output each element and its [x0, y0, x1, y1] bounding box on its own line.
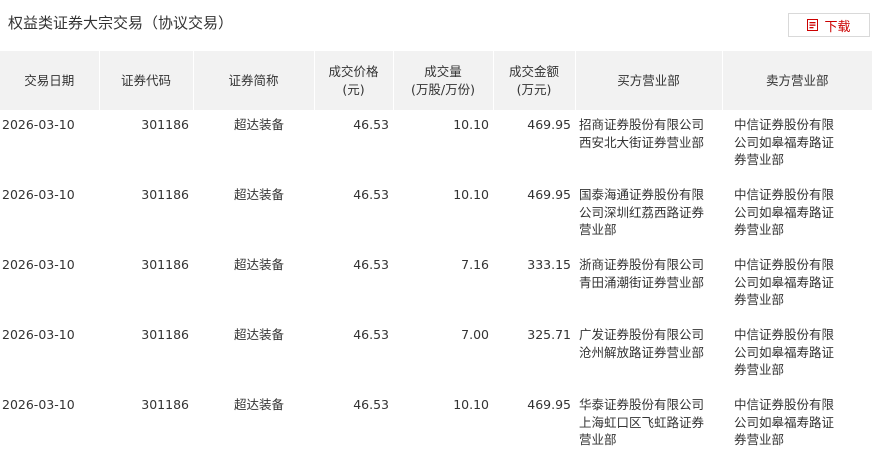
table-row: 2026-03-10 301186 超达装备 46.53 7.00 325.71… [0, 320, 872, 390]
table-row: 2026-03-10 301186 超达装备 46.53 10.10 469.9… [0, 110, 872, 180]
col-header-code[interactable]: 证券代码 [99, 51, 194, 110]
cell-amount: 333.15 [527, 257, 571, 272]
cell-volume: 7.00 [461, 327, 489, 342]
cell-buyer: 广发证券股份有限公司沧州解放路证券营业部 [579, 327, 705, 360]
cell-code: 301186 [141, 257, 189, 272]
cell-amount: 469.95 [527, 117, 571, 132]
col-header-price[interactable]: 成交价格 (元) [314, 51, 394, 110]
cell-seller: 中信证券股份有限公司如皋福寿路证券营业部 [734, 117, 835, 167]
cell-code: 301186 [141, 327, 189, 342]
col-header-name[interactable]: 证券简称 [193, 51, 315, 110]
cell-seller: 中信证券股份有限公司如皋福寿路证券营业部 [734, 257, 835, 307]
col-header-seller[interactable]: 卖方营业部 [722, 51, 872, 110]
cell-buyer: 国泰海通证券股份有限公司深圳红荔西路证券营业部 [579, 187, 705, 237]
cell-code: 301186 [141, 187, 189, 202]
cell-price: 46.53 [353, 397, 389, 412]
cell-price: 46.53 [353, 327, 389, 342]
cell-name: 超达装备 [233, 397, 284, 412]
cell-price: 46.53 [353, 257, 389, 272]
cell-buyer: 招商证券股份有限公司西安北大街证券营业部 [579, 117, 705, 150]
cell-date: 2026-03-10 [2, 257, 75, 272]
cell-amount: 469.95 [527, 397, 571, 412]
col-header-buyer[interactable]: 买方营业部 [575, 51, 723, 110]
table-header-row: 交易日期 证券代码 证券简称 成交价格 (元) 成交量 (万股/万份) 成交金额 (万… [0, 51, 872, 110]
cell-date: 2026-03-10 [2, 327, 75, 342]
cell-buyer: 华泰证券股份有限公司上海虹口区飞虹路证券营业部 [579, 397, 705, 447]
cell-date: 2026-03-10 [2, 187, 75, 202]
cell-name: 超达装备 [233, 327, 284, 342]
cell-date: 2026-03-10 [2, 117, 75, 132]
cell-amount: 325.71 [527, 327, 571, 342]
col-header-date[interactable]: 交易日期 [0, 51, 100, 110]
cell-volume: 10.10 [453, 187, 489, 202]
cell-price: 46.53 [353, 117, 389, 132]
col-header-volume[interactable]: 成交量 (万股/万份) [393, 51, 494, 110]
cell-volume: 10.10 [453, 397, 489, 412]
cell-buyer: 浙商证券股份有限公司青田涌潮街证券营业部 [579, 257, 705, 290]
table-row: 2026-03-10 301186 超达装备 46.53 10.10 469.9… [0, 390, 872, 460]
cell-name: 超达装备 [233, 257, 284, 272]
cell-seller: 中信证券股份有限公司如皋福寿路证券营业部 [734, 187, 835, 237]
page-title: 权益类证券大宗交易（协议交易） [8, 14, 234, 32]
table-row: 2026-03-10 301186 超达装备 46.53 10.10 469.9… [0, 180, 872, 250]
download-icon [807, 19, 819, 31]
download-button[interactable]: 下载 [788, 13, 870, 37]
cell-volume: 10.10 [453, 117, 489, 132]
col-header-amount[interactable]: 成交金额 (万元) [493, 51, 576, 110]
table-row: 2026-03-10 301186 超达装备 46.53 7.16 333.15… [0, 250, 872, 320]
cell-name: 超达装备 [233, 117, 284, 132]
cell-date: 2026-03-10 [2, 397, 75, 412]
cell-code: 301186 [141, 397, 189, 412]
cell-name: 超达装备 [233, 187, 284, 202]
cell-seller: 中信证券股份有限公司如皋福寿路证券营业部 [734, 397, 835, 447]
cell-code: 301186 [141, 117, 189, 132]
cell-price: 46.53 [353, 187, 389, 202]
cell-seller: 中信证券股份有限公司如皋福寿路证券营业部 [734, 327, 835, 377]
cell-amount: 469.95 [527, 187, 571, 202]
block-trade-table: 交易日期 证券代码 证券简称 成交价格 (元) 成交量 (万股/万份) 成交金额 (万… [0, 51, 872, 460]
cell-volume: 7.16 [461, 257, 489, 272]
download-label: 下载 [824, 19, 851, 35]
